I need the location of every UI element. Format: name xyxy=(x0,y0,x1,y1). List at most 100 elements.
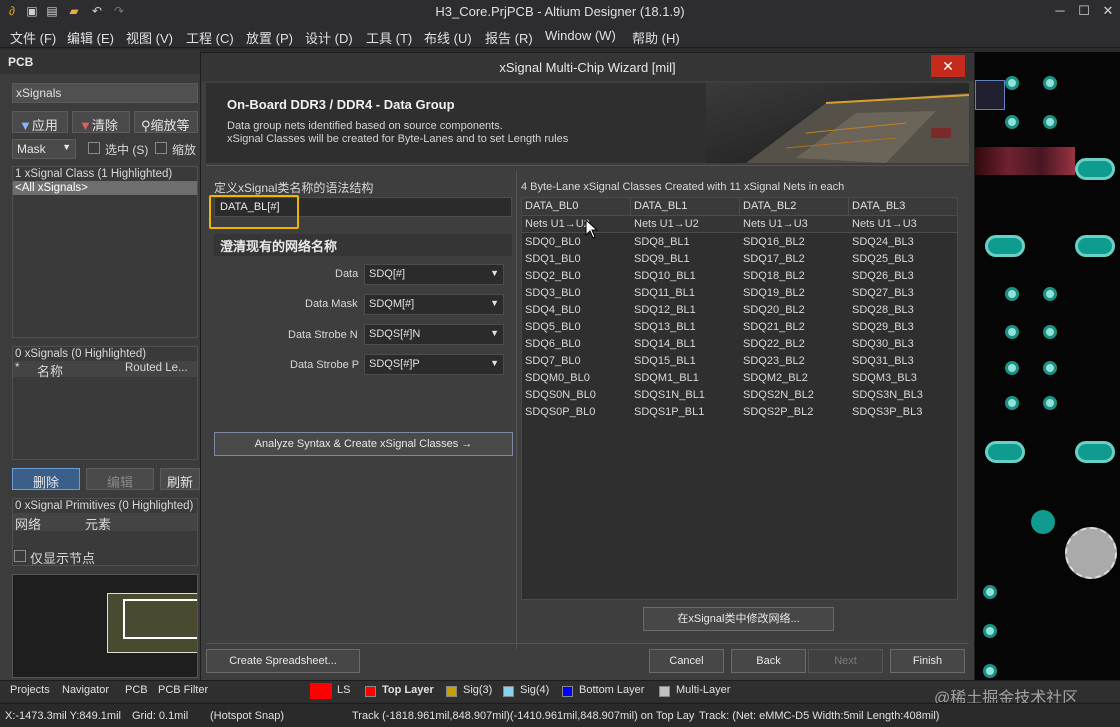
menu-view[interactable]: 视图 (V) xyxy=(126,28,173,47)
menu-bar: 文件 (F) 编辑 (E) 视图 (V) 工程 (C) 放置 (P) 设计 (D… xyxy=(0,24,1120,48)
menu-design[interactable]: 设计 (D) xyxy=(305,28,353,47)
via-pad[interactable] xyxy=(1043,76,1057,90)
data-mask-dropdown[interactable]: SDQM[#] ▼ xyxy=(364,294,504,315)
sig4-swatch[interactable] xyxy=(503,686,514,697)
class-list-item[interactable]: <All xSignals> xyxy=(13,181,197,195)
create-spreadsheet-button[interactable]: Create Spreadsheet... xyxy=(206,649,360,673)
analyze-syntax-button[interactable]: Analyze Syntax & Create xSignal Classes … xyxy=(214,432,513,456)
oval-pad[interactable] xyxy=(1075,441,1115,463)
oval-pad[interactable] xyxy=(985,441,1025,463)
edit-button[interactable]: 编辑 xyxy=(86,468,154,490)
col-name[interactable]: 名称 xyxy=(37,361,63,380)
layer-set-swatch[interactable] xyxy=(310,683,332,699)
via-pad[interactable] xyxy=(1005,325,1019,339)
modify-nets-button[interactable]: 在xSignal类中修改网络... xyxy=(643,607,834,631)
delete-button[interactable]: 删除 xyxy=(12,468,80,490)
finish-button[interactable]: Finish xyxy=(890,649,965,673)
multi-layer-swatch[interactable] xyxy=(659,686,670,697)
via-pad[interactable] xyxy=(983,585,997,599)
close-window-icon[interactable]: ✕ xyxy=(1098,2,1118,20)
via-pad[interactable] xyxy=(1043,287,1057,301)
grid-caption: 4 Byte-Lane xSignal Classes Created with… xyxy=(521,181,845,193)
via-pad[interactable] xyxy=(1043,396,1057,410)
dialog-title: xSignal Multi-Chip Wizard [mil] xyxy=(499,60,676,75)
cancel-button[interactable]: Cancel xyxy=(649,649,724,673)
sig3-swatch[interactable] xyxy=(446,686,457,697)
layer-tab-top[interactable]: Top Layer xyxy=(382,684,434,696)
bottom-layer-swatch[interactable] xyxy=(562,686,573,697)
via-pad[interactable] xyxy=(983,624,997,638)
next-button[interactable]: Next xyxy=(808,649,883,673)
minimize-icon[interactable]: ─ xyxy=(1050,2,1070,20)
via-pad[interactable] xyxy=(983,664,997,678)
dialog-close-button[interactable]: ✕ xyxy=(931,55,965,77)
only-nodes-checkbox[interactable] xyxy=(14,550,26,562)
col-star[interactable]: * xyxy=(15,362,19,374)
pcb-editor-view[interactable] xyxy=(975,52,1120,680)
round-pad[interactable] xyxy=(1031,510,1055,534)
grid-cell: SDQS0N_BL0 xyxy=(525,389,596,401)
menu-edit[interactable]: 编辑 (E) xyxy=(67,28,114,47)
via-pad[interactable] xyxy=(1005,287,1019,301)
tab-projects[interactable]: Projects xyxy=(10,684,50,696)
grid-cell: SDQ24_BL3 xyxy=(852,236,914,248)
menu-project[interactable]: 工程 (C) xyxy=(186,28,234,47)
grid-header-cell[interactable]: DATA_BL3 xyxy=(849,198,957,216)
mask-dropdown[interactable]: Mask ▼ xyxy=(12,139,76,159)
grid-header-cell[interactable]: DATA_BL2 xyxy=(740,198,849,216)
oval-pad[interactable] xyxy=(1075,158,1115,180)
via-pad[interactable] xyxy=(1043,325,1057,339)
col-net[interactable]: 网络 xyxy=(15,514,41,533)
menu-help[interactable]: 帮助 (H) xyxy=(632,28,680,47)
tab-pcb-filter[interactable]: PCB Filter xyxy=(158,684,208,696)
track-tool-icon[interactable] xyxy=(975,80,1005,110)
via-pad[interactable] xyxy=(1043,115,1057,129)
menu-tools[interactable]: 工具 (T) xyxy=(366,28,412,47)
tab-pcb[interactable]: PCB xyxy=(125,684,148,696)
grid-cell: SDQ6_BL0 xyxy=(525,338,581,350)
via-pad[interactable] xyxy=(1043,361,1057,375)
layer-set-label[interactable]: LS xyxy=(337,684,350,696)
grid-header-cell[interactable]: DATA_BL1 xyxy=(631,198,740,216)
data-strobe-n-dropdown[interactable]: SDQS[#]N ▼ xyxy=(364,324,504,345)
clear-button[interactable]: ▼清除 xyxy=(72,111,130,133)
tab-navigator[interactable]: Navigator xyxy=(62,684,109,696)
menu-place[interactable]: 放置 (P) xyxy=(246,28,293,47)
layer-tab-sig4[interactable]: Sig(4) xyxy=(520,684,549,696)
layer-tab-sig3[interactable]: Sig(3) xyxy=(463,684,492,696)
menu-file[interactable]: 文件 (F) xyxy=(10,28,56,47)
chevron-down-icon: ▼ xyxy=(62,142,71,152)
via-pad[interactable] xyxy=(1005,76,1019,90)
grid-cell: SDQ15_BL1 xyxy=(634,355,696,367)
grid-cell: SDQ14_BL1 xyxy=(634,338,696,350)
menu-route[interactable]: 布线 (U) xyxy=(424,28,472,47)
mini-map[interactable] xyxy=(12,574,198,678)
panel-mode-combo[interactable]: xSignals xyxy=(12,83,198,103)
select-checkbox[interactable] xyxy=(88,142,100,154)
grid-header-cell[interactable]: DATA_BL0 xyxy=(522,198,631,216)
data-strobe-p-dropdown[interactable]: SDQS[#]P ▼ xyxy=(364,354,504,375)
syntax-input[interactable]: DATA_BL[#] xyxy=(220,201,280,213)
layer-tab-multi[interactable]: Multi-Layer xyxy=(676,684,730,696)
via-pad[interactable] xyxy=(1005,115,1019,129)
back-button[interactable]: Back xyxy=(731,649,806,673)
via-pad[interactable] xyxy=(1005,361,1019,375)
mouse-cursor-icon xyxy=(585,219,599,239)
menu-reports[interactable]: 报告 (R) xyxy=(485,28,533,47)
oval-pad[interactable] xyxy=(985,235,1025,257)
menu-window[interactable]: Window (W) xyxy=(545,28,616,43)
maximize-icon[interactable]: ☐ xyxy=(1074,2,1094,20)
col-routed-length[interactable]: Routed Le... xyxy=(125,362,188,374)
data-dropdown[interactable]: SDQ[#] ▼ xyxy=(364,264,504,285)
mounting-hole[interactable] xyxy=(1065,527,1117,579)
grid-cell: SDQ20_BL2 xyxy=(743,304,805,316)
layer-tab-bottom[interactable]: Bottom Layer xyxy=(579,684,644,696)
oval-pad[interactable] xyxy=(1075,235,1115,257)
top-layer-swatch[interactable] xyxy=(365,686,376,697)
col-element[interactable]: 元素 xyxy=(85,514,111,533)
zoom-checkbox[interactable] xyxy=(155,142,167,154)
refresh-button[interactable]: 刷新 xyxy=(160,468,200,490)
apply-button[interactable]: ▼应用 xyxy=(12,111,68,133)
zoom-level-button[interactable]: ⚲缩放等 xyxy=(134,111,198,133)
via-pad[interactable] xyxy=(1005,396,1019,410)
